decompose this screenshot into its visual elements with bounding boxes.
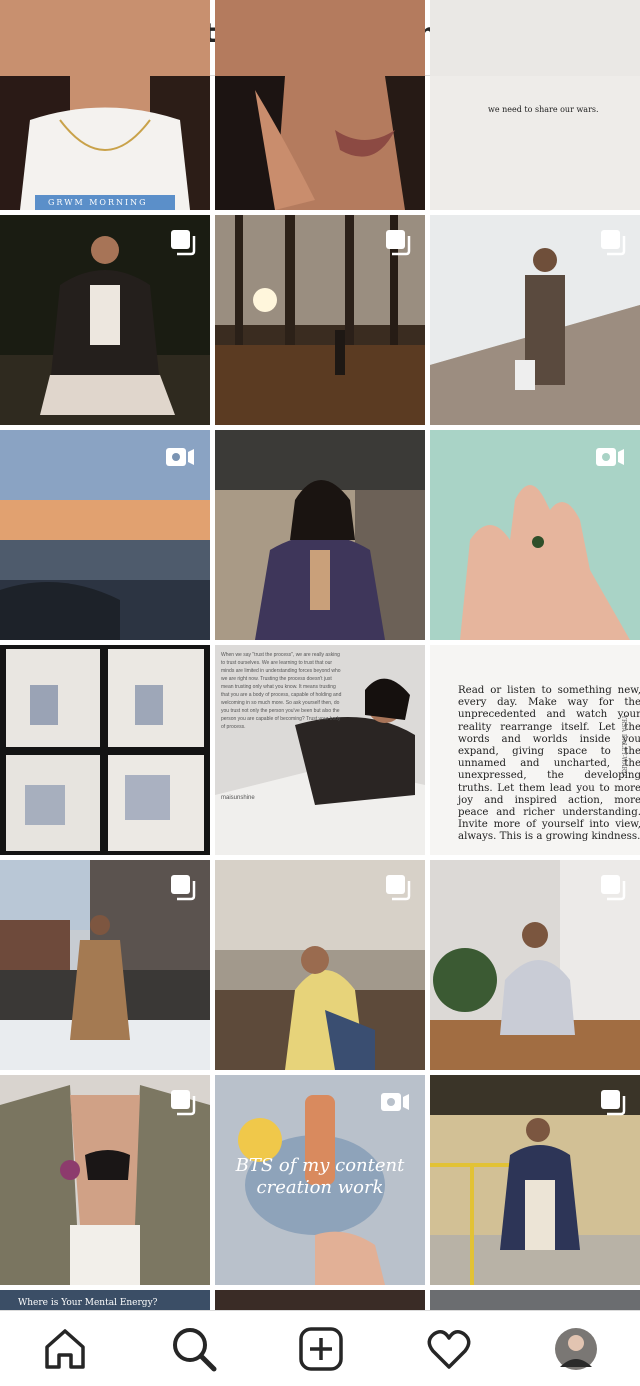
post-tile[interactable] (0, 430, 210, 640)
post-tile[interactable] (0, 645, 210, 855)
post-tile[interactable] (215, 430, 425, 640)
post-tile[interactable] (430, 860, 640, 1070)
bottom-nav-bar (0, 1310, 640, 1386)
post-tile[interactable] (430, 215, 640, 425)
post-tile[interactable]: GRWM MORNING (0, 0, 210, 210)
post-thumbnail (215, 430, 425, 640)
tile-caption: GRWM MORNING (48, 198, 148, 207)
tile-signature: maisunshine (221, 795, 255, 801)
post-tile[interactable] (430, 1290, 640, 1310)
tile-caption: we need to share our wars. (488, 105, 599, 114)
post-thumbnail (215, 0, 425, 210)
tile-caption: When we say "trust the process", we are … (221, 652, 342, 730)
profile-avatar[interactable] (552, 1325, 600, 1373)
activity-heart-icon[interactable] (425, 1325, 473, 1373)
post-tile[interactable] (0, 215, 210, 425)
video-icon (596, 448, 624, 466)
search-icon[interactable] (170, 1325, 218, 1373)
post-tile[interactable] (0, 860, 210, 1070)
home-icon[interactable] (41, 1325, 89, 1373)
post-tile[interactable] (215, 215, 425, 425)
carousel-icon (171, 1090, 196, 1116)
post-tile[interactable] (215, 1290, 425, 1310)
post-tile[interactable] (215, 0, 425, 210)
tile-caption: Where is Your Mental Energy? (18, 1298, 158, 1308)
video-icon (166, 448, 194, 466)
video-icon (381, 1093, 409, 1111)
tile-quote-author: YRSA DALEY-WARD (620, 715, 627, 776)
tile-quote: Read or listen to something new, every d… (458, 685, 640, 843)
post-tile[interactable] (215, 860, 425, 1070)
carousel-icon (601, 230, 626, 256)
post-tile[interactable]: Read or listen to something new, every d… (430, 645, 640, 855)
carousel-icon (386, 875, 411, 901)
post-tile[interactable] (430, 430, 640, 640)
new-post-icon[interactable] (297, 1325, 345, 1373)
carousel-icon (171, 230, 196, 256)
post-tile[interactable]: BTS of my content creation work (215, 1075, 425, 1285)
post-tile[interactable] (0, 1075, 210, 1285)
carousel-icon (386, 230, 411, 256)
carousel-icon (601, 875, 626, 901)
post-thumbnail (0, 645, 210, 855)
post-tile[interactable] (430, 1075, 640, 1285)
carousel-icon (601, 1090, 626, 1116)
tile-caption: BTS of my content creation work (235, 1155, 405, 1198)
post-thumbnail (0, 0, 210, 210)
post-tile[interactable]: When we say "trust the process", we are … (215, 645, 425, 855)
post-tile[interactable]: we need to share our wars. (430, 0, 640, 210)
post-tile[interactable]: Where is Your Mental Energy? (0, 1290, 210, 1310)
carousel-icon (171, 875, 196, 901)
